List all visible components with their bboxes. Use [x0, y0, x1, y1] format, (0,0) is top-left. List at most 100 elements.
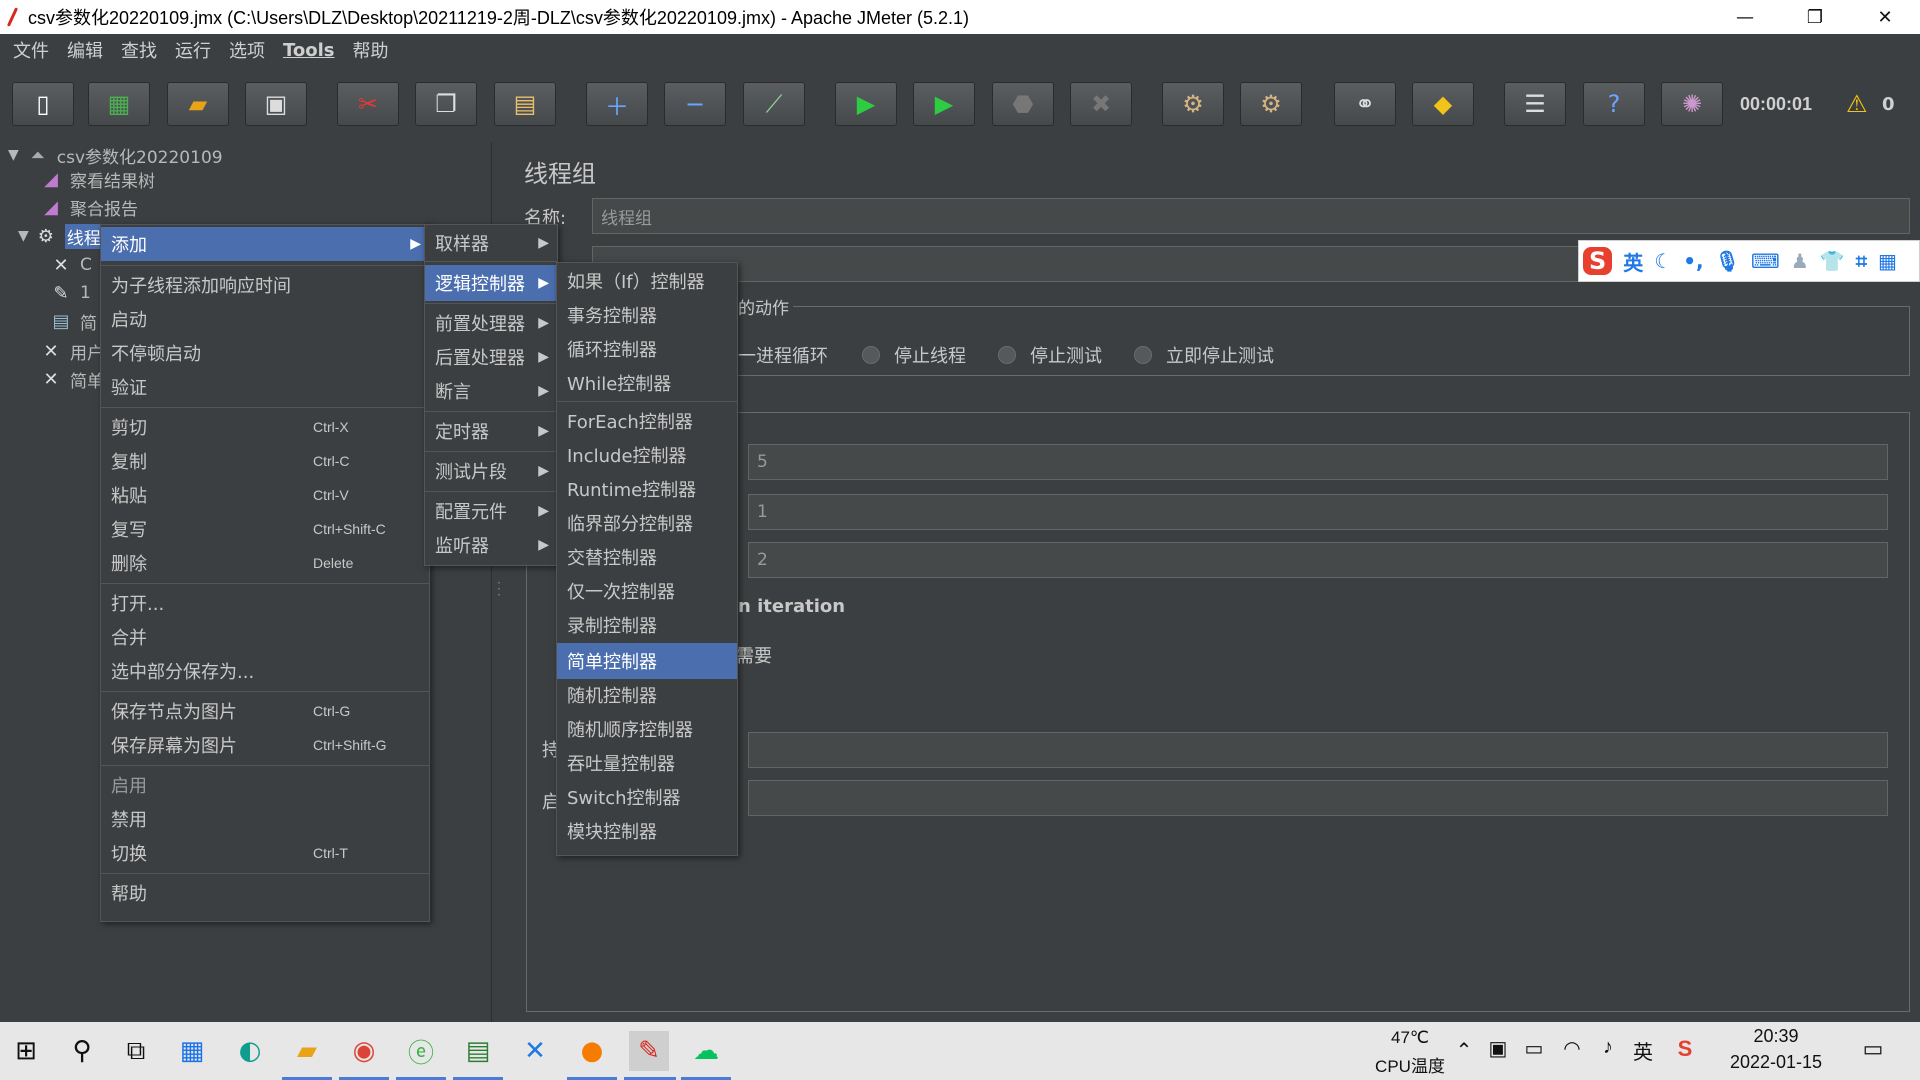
menu-item-delete[interactable]: 删除 Delete	[101, 547, 429, 579]
wechat-icon[interactable]: ☁	[686, 1031, 726, 1071]
expand-arrow-icon[interactable]: ▼	[8, 147, 19, 163]
remote-button[interactable]: ✺	[1661, 82, 1723, 126]
menu-options[interactable]: 选项	[220, 37, 274, 63]
jmeter-taskbar-icon[interactable]: ✎	[629, 1031, 669, 1071]
ramp-up-field[interactable]: 1	[748, 494, 1888, 530]
task-view-icon[interactable]: ⧉	[116, 1031, 156, 1071]
menu-item-toggle[interactable]: 切换 Ctrl-T	[101, 837, 429, 869]
clock-time[interactable]: 20:39	[1716, 1026, 1836, 1047]
loop-count-field[interactable]: 2	[748, 542, 1888, 578]
submenu-item-post-processor[interactable]: 后置处理器 ▶	[425, 341, 557, 373]
punct-icon[interactable]: •,	[1683, 249, 1703, 273]
edge-icon[interactable]: ◐	[230, 1031, 270, 1071]
submenu-item-assertion[interactable]: 断言 ▶	[425, 375, 557, 407]
submenu-item-pre-processor[interactable]: 前置处理器 ▶	[425, 307, 557, 339]
radio-circle[interactable]	[862, 346, 880, 364]
threads-count-field[interactable]: 5	[748, 444, 1888, 480]
tree-root[interactable]: ▼ ⏶ csv参数化20220109	[8, 142, 223, 168]
menu-item-add[interactable]: 添加 ▶	[101, 227, 429, 261]
moon-icon[interactable]: ☾	[1654, 249, 1672, 273]
open-button[interactable]: ▰	[167, 82, 229, 126]
radio-stop-thread[interactable]: 停止线程	[862, 342, 966, 368]
radio-stop-test-now[interactable]: 立即停止测试	[1134, 342, 1274, 368]
minimize-button[interactable]: —	[1710, 0, 1780, 34]
submenu-item-config-element[interactable]: 配置元件 ▶	[425, 495, 557, 527]
controller-item-once-only[interactable]: 仅一次控制器	[557, 575, 737, 607]
controller-item-random[interactable]: 随机控制器	[557, 679, 737, 711]
controller-item-foreach[interactable]: ForEach控制器	[557, 405, 737, 437]
expand-button[interactable]: ＋	[586, 82, 648, 126]
menu-item-help[interactable]: 帮助	[101, 877, 429, 909]
user-icon[interactable]: ♟	[1791, 249, 1809, 273]
menu-run[interactable]: 运行	[166, 37, 220, 63]
store-icon[interactable]: ▦	[172, 1031, 212, 1071]
tree-item-view-results[interactable]: ◢ 察看结果树	[40, 166, 155, 192]
warning-icon[interactable]: ⚠	[1846, 90, 1868, 118]
wifi-icon[interactable]: ◠	[1560, 1036, 1584, 1061]
tree-item-child-2[interactable]: ✎ 1	[50, 280, 90, 306]
menu-file[interactable]: 文件	[4, 37, 58, 63]
menu-edit[interactable]: 编辑	[58, 37, 112, 63]
file-explorer-icon[interactable]: ▰	[287, 1031, 327, 1071]
paste-button[interactable]: ▤	[494, 82, 556, 126]
menu-item-save-selection[interactable]: 选中部分保存为...	[101, 655, 429, 687]
menu-item-paste[interactable]: 粘贴 Ctrl-V	[101, 479, 429, 511]
crop-icon[interactable]: ⌗	[1856, 249, 1867, 273]
ime-language-indicator[interactable]: 英	[1630, 1036, 1656, 1065]
search-icon[interactable]: ⚲	[62, 1031, 102, 1071]
clear-button[interactable]: ⚙	[1162, 82, 1224, 126]
grid-icon[interactable]: ▦	[1878, 249, 1897, 273]
maximize-button[interactable]: ❐	[1780, 0, 1850, 34]
menu-help[interactable]: 帮助	[344, 37, 398, 63]
chrome-icon[interactable]: ◉	[344, 1031, 384, 1071]
close-button[interactable]: ✕	[1850, 0, 1920, 34]
controller-item-transaction[interactable]: 事务控制器	[557, 299, 737, 331]
submenu-item-test-fragment[interactable]: 测试片段 ▶	[425, 455, 557, 487]
tree-item-child-3[interactable]: ▤ 简	[50, 308, 97, 334]
start-no-pause-button[interactable]: ▶	[913, 82, 975, 126]
controller-item-runtime[interactable]: Runtime控制器	[557, 473, 737, 505]
menu-item-disable[interactable]: 禁用	[101, 803, 429, 835]
collapse-button[interactable]: −	[664, 82, 726, 126]
clear-all-button[interactable]: ⚙	[1240, 82, 1302, 126]
expand-arrow-icon[interactable]: ▼	[18, 228, 29, 244]
ime-toolbar[interactable]: S 英 ☾ •, 🎙 ⌨ ♟ 👕 ⌗ ▦	[1578, 240, 1920, 282]
menu-search[interactable]: 查找	[112, 37, 166, 63]
notification-icon[interactable]: ▭	[1858, 1036, 1888, 1062]
shirt-icon[interactable]: 👕	[1820, 249, 1845, 273]
sogou-logo[interactable]: S	[1583, 247, 1613, 275]
copy-button[interactable]: ❐	[415, 82, 477, 126]
menu-item-open[interactable]: 打开...	[101, 587, 429, 619]
name-field[interactable]: 线程组	[592, 198, 1910, 234]
new-button[interactable]: ▯	[12, 82, 74, 126]
controller-item-simple[interactable]: 简单控制器	[557, 643, 737, 679]
menu-item-merge[interactable]: 合并	[101, 621, 429, 653]
radio-stop-test[interactable]: 停止测试	[998, 342, 1102, 368]
submenu-item-listener[interactable]: 监听器 ▶	[425, 529, 557, 561]
search-button[interactable]: ⚭	[1334, 82, 1396, 126]
function-helper-button[interactable]: ☰	[1504, 82, 1566, 126]
menu-item-save-node-image[interactable]: 保存节点为图片 Ctrl-G	[101, 695, 429, 727]
tree-item-aggregate[interactable]: ◢ 聚合报告	[40, 194, 138, 220]
mic-icon[interactable]: 🎙	[1715, 249, 1740, 273]
stop-button[interactable]: ⬣	[992, 82, 1054, 126]
submenu-item-logic-controller[interactable]: 逻辑控制器 ▶	[425, 265, 557, 301]
controller-item-if[interactable]: 如果（If）控制器	[557, 265, 737, 297]
menu-item-start[interactable]: 启动	[101, 303, 429, 335]
sogou-tray-icon[interactable]: S	[1672, 1036, 1698, 1062]
help-button[interactable]: ?	[1583, 82, 1645, 126]
controller-item-random-order[interactable]: 随机顺序控制器	[557, 713, 737, 745]
controller-item-throughput[interactable]: 吞吐量控制器	[557, 747, 737, 779]
tree-item-child-4[interactable]: ✕ 用户	[40, 338, 104, 364]
shutdown-button[interactable]: ✖	[1070, 82, 1132, 126]
splitter-handle[interactable]: · · ·	[497, 577, 501, 601]
controller-item-switch[interactable]: Switch控制器	[557, 781, 737, 813]
menu-item-add-response-time[interactable]: 为子线程添加响应时间	[101, 269, 429, 301]
menu-item-start-no-pause[interactable]: 不停顿启动	[101, 337, 429, 369]
radio-start-next-loop[interactable]: 一进程循环	[738, 342, 828, 368]
controller-item-while[interactable]: While控制器	[557, 367, 737, 399]
controller-item-recording[interactable]: 录制控制器	[557, 609, 737, 641]
submenu-item-sampler[interactable]: 取样器 ▶	[425, 227, 557, 259]
menu-item-copy[interactable]: 复制 Ctrl-C	[101, 445, 429, 477]
duration-field[interactable]	[748, 732, 1888, 768]
